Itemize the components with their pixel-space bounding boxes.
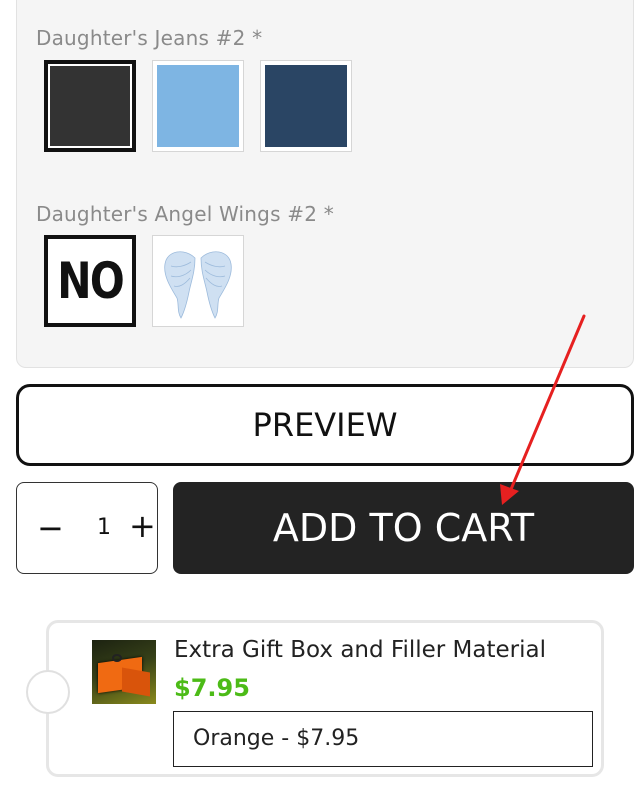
addon-option-select[interactable]: Orange - $7.95 xyxy=(173,711,593,767)
quantity-minus-button[interactable]: − xyxy=(37,509,64,547)
swatch-no-text: NO xyxy=(57,252,125,310)
quantity-plus-button[interactable]: + xyxy=(129,507,156,545)
option-label-jeans: Daughter's Jeans #2 * xyxy=(36,26,263,50)
swatch-color-black xyxy=(50,66,130,146)
swatch-wings-no[interactable]: NO xyxy=(44,235,136,327)
preview-button[interactable]: PREVIEW xyxy=(16,384,634,466)
swatch-color-navy xyxy=(265,65,347,147)
add-to-cart-button[interactable]: ADD TO CART xyxy=(173,482,634,574)
swatch-no-tile: NO xyxy=(50,241,130,321)
quantity-stepper: − 1 + xyxy=(16,482,158,574)
swatch-color-light-blue xyxy=(157,65,239,147)
addon-radio[interactable] xyxy=(26,670,70,714)
swatch-wings-angel[interactable] xyxy=(152,235,244,327)
swatch-jeans-light-blue[interactable] xyxy=(152,60,244,152)
addon-price: $7.95 xyxy=(174,674,250,702)
quantity-input[interactable]: 1 xyxy=(97,515,111,540)
addon-title: Extra Gift Box and Filler Material xyxy=(174,637,546,663)
gift-box-shape-side xyxy=(122,667,150,697)
option-label-angel-wings: Daughter's Angel Wings #2 * xyxy=(36,202,334,226)
gift-box-thumbnail xyxy=(92,640,156,704)
gift-box-bow xyxy=(112,654,122,662)
swatch-jeans-navy[interactable] xyxy=(260,60,352,152)
angel-wings-icon xyxy=(157,240,239,322)
swatch-jeans-black[interactable] xyxy=(44,60,136,152)
